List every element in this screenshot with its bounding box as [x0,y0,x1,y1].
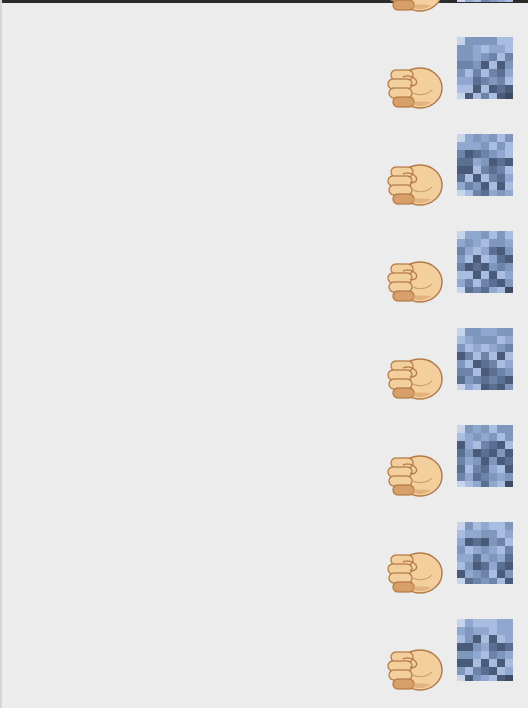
message-list[interactable] [0,0,528,691]
avatar[interactable] [457,231,513,293]
avatar[interactable] [457,37,513,99]
chat-screen [0,0,528,708]
avatar[interactable] [457,425,513,487]
avatar[interactable] [457,522,513,584]
fist-bump-sticker-icon[interactable] [383,645,445,695]
avatar[interactable] [457,0,513,2]
message-row[interactable] [0,3,528,109]
avatar[interactable] [457,619,513,681]
message-row[interactable] [0,100,528,206]
message-row[interactable] [0,585,528,691]
message-row[interactable] [0,488,528,594]
avatar[interactable] [457,328,513,390]
avatar[interactable] [457,134,513,196]
message-row[interactable] [0,391,528,497]
message-row[interactable] [0,197,528,303]
message-row[interactable] [0,294,528,400]
